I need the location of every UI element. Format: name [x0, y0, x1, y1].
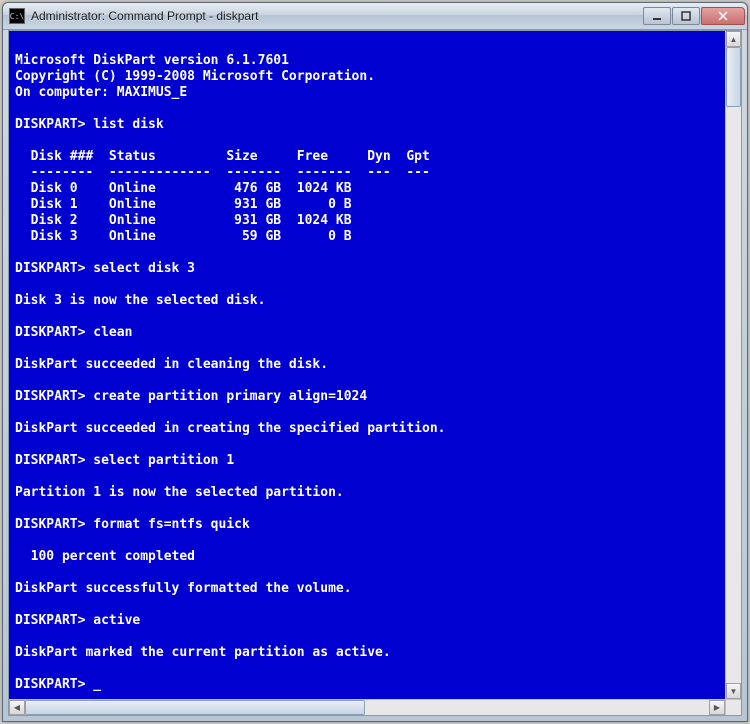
- maximize-icon: [681, 11, 691, 21]
- titlebar[interactable]: C:\ Administrator: Command Prompt - disk…: [3, 3, 747, 30]
- vertical-scrollbar[interactable]: ▲ ▼: [725, 31, 741, 699]
- minimize-icon: [652, 11, 662, 21]
- minimize-button[interactable]: [643, 7, 671, 25]
- close-button[interactable]: [701, 7, 745, 25]
- scroll-corner: [725, 699, 741, 715]
- command-prompt-window: C:\ Administrator: Command Prompt - disk…: [2, 2, 748, 722]
- horizontal-scrollbar[interactable]: ◀ ▶: [9, 699, 725, 715]
- console-output[interactable]: Microsoft DiskPart version 6.1.7601 Copy…: [9, 31, 725, 699]
- scroll-down-button[interactable]: ▼: [726, 683, 741, 699]
- console-wrap: Microsoft DiskPart version 6.1.7601 Copy…: [9, 31, 741, 699]
- window-controls: [643, 7, 745, 25]
- cmd-icon: C:\: [9, 8, 25, 24]
- maximize-button[interactable]: [672, 7, 700, 25]
- scroll-up-button[interactable]: ▲: [726, 31, 741, 47]
- window-title: Administrator: Command Prompt - diskpart: [31, 9, 643, 23]
- close-icon: [718, 11, 728, 21]
- horizontal-scroll-thumb[interactable]: [25, 700, 365, 715]
- vertical-scroll-thumb[interactable]: [726, 47, 741, 107]
- client-area: Microsoft DiskPart version 6.1.7601 Copy…: [8, 30, 742, 716]
- scroll-right-button[interactable]: ▶: [709, 700, 725, 715]
- scroll-left-button[interactable]: ◀: [9, 700, 25, 715]
